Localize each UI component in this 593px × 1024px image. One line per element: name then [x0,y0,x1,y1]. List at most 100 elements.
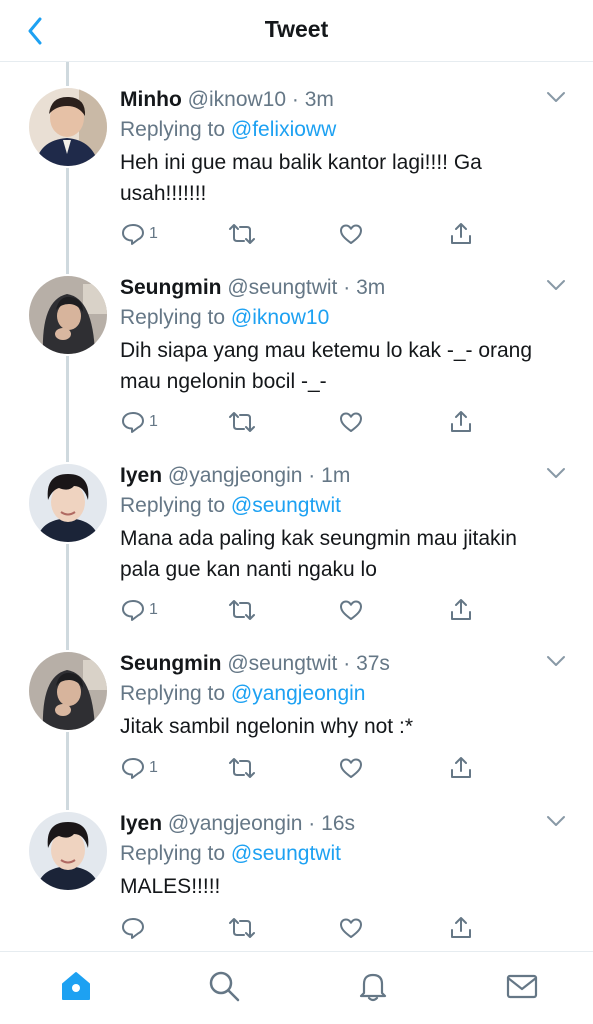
chevron-down-icon [547,656,565,666]
share-button[interactable] [448,913,474,943]
like-button[interactable] [338,913,364,943]
avatar[interactable] [29,464,107,542]
dot-separator: · [337,652,357,675]
username[interactable]: @seungtwit [227,652,337,675]
retweet-button[interactable] [228,753,256,783]
like-button[interactable] [338,595,364,625]
top-bar: Tweet [0,0,593,62]
tweet-text: Mana ada paling kak seungmin mau jitakin… [120,527,517,581]
replying-to-link[interactable]: @yangjeongin [231,682,366,705]
retweet-icon [229,918,255,938]
tweet-text: MALES!!!!! [120,875,221,898]
reply-button[interactable]: 1 [120,407,158,437]
reply-button[interactable]: 1 [120,753,158,783]
tweet-header: Seungmin @seungtwit · 37s [120,650,543,678]
tab-messages[interactable] [504,968,540,1004]
page-title: Tweet [264,16,329,42]
chevron-down-icon [547,280,565,290]
reply-button[interactable]: 1 [120,595,158,625]
heart-icon [340,412,362,432]
reply-icon [122,758,144,779]
tab-home[interactable] [58,968,94,1004]
tweet-actions: 1 [120,407,490,437]
tweet-menu-button[interactable] [545,86,567,108]
reply-button[interactable] [120,913,149,943]
reply-count: 1 [149,225,158,242]
username[interactable]: @yangjeongin [168,464,303,487]
share-icon [451,917,471,938]
replying-to-label: Replying to [120,306,226,329]
reply-count: 1 [149,413,158,430]
tweet-menu-button[interactable] [545,650,567,672]
chevron-down-icon [547,92,565,102]
avatar[interactable] [29,812,107,890]
replying-to-line: Replying to @felixioww [120,116,543,144]
display-name[interactable]: Minho [120,88,182,111]
tab-notifications[interactable] [355,968,391,1004]
timestamp: 1m [321,464,351,487]
chevron-down-icon [547,468,565,478]
share-button[interactable] [448,753,474,783]
thread-line [66,356,69,462]
reply-icon [122,412,144,433]
tweet-actions: 1 [120,595,490,625]
retweet-icon [229,600,255,620]
tweet-actions: 1 [120,219,490,249]
like-button[interactable] [338,407,364,437]
retweet-icon [229,224,255,244]
timestamp: 16s [321,812,355,835]
avatar[interactable] [29,652,107,730]
tweet-header: Iyen @yangjeongin · 16s [120,810,543,838]
username[interactable]: @yangjeongin [168,812,303,835]
replying-to-link[interactable]: @felixioww [231,118,336,141]
retweet-button[interactable] [228,219,256,249]
avatar[interactable] [29,276,107,354]
replying-to-label: Replying to [120,842,226,865]
retweet-button[interactable] [228,913,256,943]
home-icon [62,972,90,1000]
share-icon [451,411,471,432]
display-name[interactable]: Iyen [120,464,162,487]
thread-line [66,544,69,650]
messages-icon [506,974,538,999]
username[interactable]: @iknow10 [188,88,286,111]
replying-to-label: Replying to [120,682,226,705]
retweet-icon [229,758,255,778]
like-button[interactable] [338,219,364,249]
tweet-menu-button[interactable] [545,810,567,832]
thread-line [66,168,69,274]
replying-to-line: Replying to @seungtwit [120,840,543,868]
share-icon [451,223,471,244]
tweet-text: Jitak sambil ngelonin why not :* [120,715,413,738]
replying-to-link[interactable]: @seungtwit [231,494,341,517]
replying-to-line: Replying to @iknow10 [120,304,543,332]
tweet-actions [120,913,490,943]
retweet-button[interactable] [228,407,256,437]
reply-icon [122,224,144,245]
search-icon [209,971,240,1002]
share-icon [451,599,471,620]
tweet-header: Iyen @yangjeongin · 1m [120,462,543,490]
username[interactable]: @seungtwit [227,276,337,299]
dot-separator: · [337,276,357,299]
replying-to-link[interactable]: @iknow10 [231,306,329,329]
reply-count: 1 [149,601,158,618]
tweet-menu-button[interactable] [545,462,567,484]
replying-to-label: Replying to [120,494,226,517]
share-button[interactable] [448,407,474,437]
reply-count: 1 [149,759,158,776]
tab-search[interactable] [206,968,242,1004]
replying-to-link[interactable]: @seungtwit [231,842,341,865]
reply-button[interactable]: 1 [120,219,158,249]
display-name[interactable]: Seungmin [120,652,222,675]
share-button[interactable] [448,219,474,249]
avatar[interactable] [29,88,107,166]
display-name[interactable]: Iyen [120,812,162,835]
display-name[interactable]: Seungmin [120,276,222,299]
retweet-button[interactable] [228,595,256,625]
share-button[interactable] [448,595,474,625]
tweet-menu-button[interactable] [545,274,567,296]
dot-separator: · [302,812,322,835]
tweet-text: Dih siapa yang mau ketemu lo kak -_- ora… [120,339,533,393]
like-button[interactable] [338,753,364,783]
